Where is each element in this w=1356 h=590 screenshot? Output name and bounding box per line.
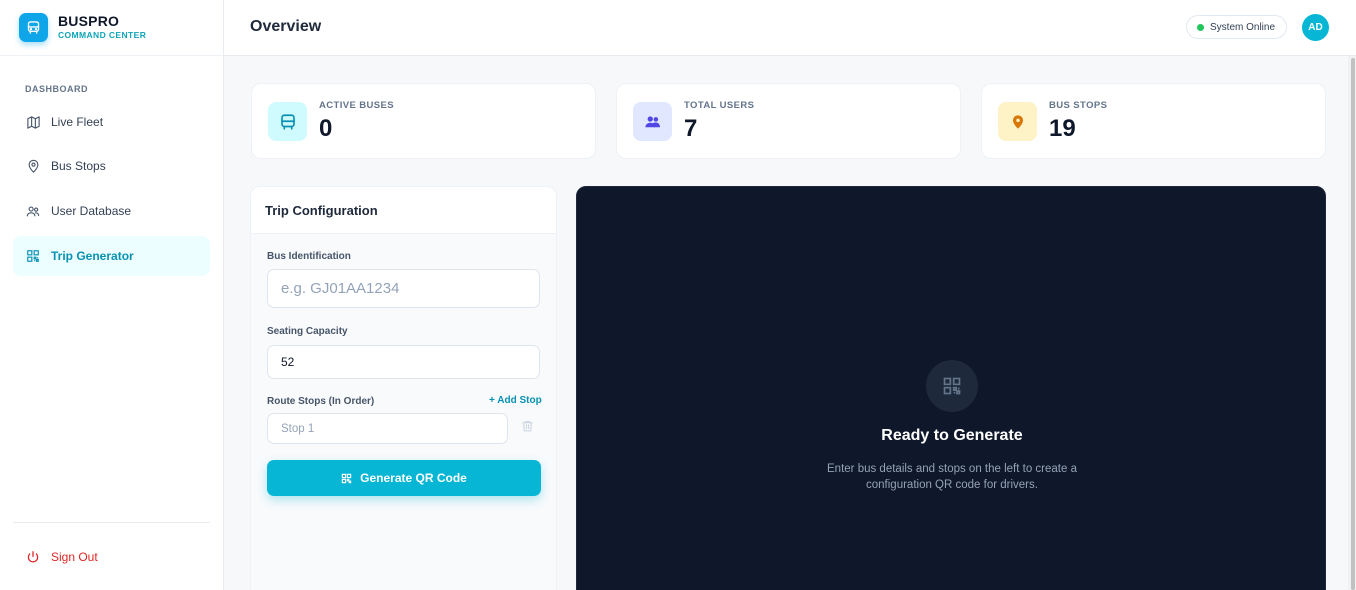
sidebar-item-label: User Database: [51, 204, 132, 218]
stat-value: 7: [684, 115, 698, 142]
stat-label: ACTIVE BUSES: [319, 100, 395, 111]
qr-code-icon: [25, 248, 41, 264]
seating-capacity-input[interactable]: [267, 345, 540, 379]
bus-logo-icon: [19, 13, 48, 42]
stat-card-active-buses: ACTIVE BUSES 0: [251, 83, 596, 159]
sidebar-item-trip-generator[interactable]: Trip Generator: [13, 236, 210, 276]
bus-icon: [268, 102, 307, 141]
route-stops-label: Route Stops (In Order): [267, 396, 375, 407]
sidebar-item-label: Trip Generator: [51, 249, 134, 263]
map-pin-icon: [998, 102, 1037, 141]
sidebar-item-label: Live Fleet: [51, 115, 104, 129]
stat-value: 0: [319, 115, 333, 142]
top-header: Overview System Online AD: [224, 0, 1356, 56]
nav-section-label: DASHBOARD: [25, 84, 88, 94]
brand-name: BUSPRO: [58, 13, 120, 29]
avatar[interactable]: AD: [1302, 14, 1329, 41]
stop-input[interactable]: [267, 413, 508, 444]
sidebar-item-bus-stops[interactable]: Bus Stops: [13, 146, 210, 186]
panel-title: Trip Configuration: [251, 187, 556, 234]
sidebar-item-live-fleet[interactable]: Live Fleet: [13, 102, 210, 142]
system-status-badge: System Online: [1186, 15, 1288, 39]
sign-out-label: Sign Out: [51, 550, 98, 564]
generate-qr-label: Generate QR Code: [360, 471, 467, 485]
stat-card-total-users: TOTAL USERS 7: [616, 83, 961, 159]
qr-placeholder-icon: [926, 360, 978, 412]
users-icon: [633, 102, 672, 141]
map-icon: [25, 114, 41, 130]
stat-value: 19: [1049, 115, 1076, 142]
seating-capacity-label: Seating Capacity: [267, 326, 348, 337]
brand-subtitle: COMMAND CENTER: [58, 30, 147, 40]
stat-card-bus-stops: BUS STOPS 19: [981, 83, 1326, 159]
add-stop-button[interactable]: + Add Stop: [489, 395, 542, 406]
map-pin-icon: [25, 158, 41, 174]
stat-label: TOTAL USERS: [684, 100, 755, 111]
preview-description: Enter bus details and stops on the left …: [827, 463, 1077, 491]
preview-title: Ready to Generate: [881, 427, 1023, 444]
sidebar: BUSPRO COMMAND CENTER DASHBOARD Live Fle…: [0, 0, 224, 590]
bus-identification-input[interactable]: [267, 269, 540, 308]
users-icon: [25, 203, 41, 219]
status-dot-icon: [1197, 23, 1204, 31]
sidebar-item-user-database[interactable]: User Database: [13, 191, 210, 231]
qr-code-icon: [341, 473, 352, 484]
scrollbar-thumb[interactable]: [1351, 58, 1355, 590]
generate-qr-button[interactable]: Generate QR Code: [267, 460, 541, 496]
sign-out-button[interactable]: Sign Out: [13, 537, 210, 577]
brand[interactable]: BUSPRO COMMAND CENTER: [0, 0, 223, 56]
page-title: Overview: [250, 18, 322, 35]
sidebar-divider: [13, 522, 210, 523]
sidebar-item-label: Bus Stops: [51, 159, 106, 173]
bus-identification-label: Bus Identification: [267, 251, 351, 262]
status-text: System Online: [1210, 21, 1276, 33]
power-icon: [25, 549, 41, 565]
trip-configuration-panel: Trip Configuration Bus Identification Se…: [250, 186, 557, 590]
trash-icon[interactable]: [521, 419, 535, 433]
stat-label: BUS STOPS: [1049, 100, 1108, 111]
qr-preview-panel: Ready to Generate Enter bus details and …: [576, 186, 1326, 590]
